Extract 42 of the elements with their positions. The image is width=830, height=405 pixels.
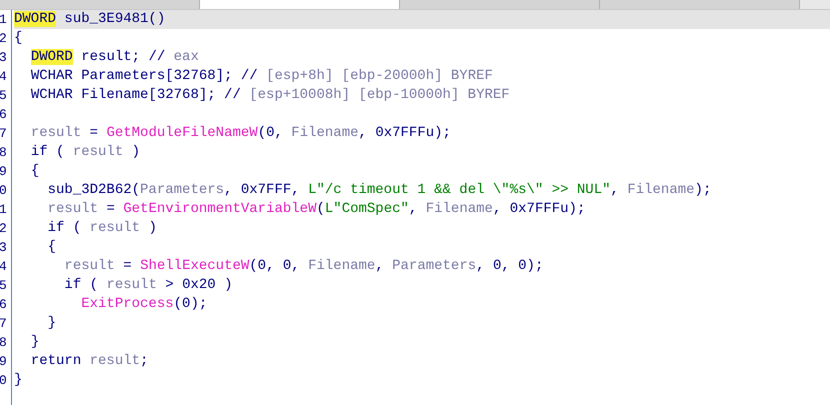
- code-line: }: [30, 333, 40, 352]
- code-line: {: [14, 29, 24, 48]
- code-line: ExitProcess(0);: [80, 295, 208, 314]
- line-number: 6: [0, 106, 8, 124]
- line-number: 4: [0, 68, 8, 86]
- line-number: 9: [0, 163, 8, 181]
- code-line: if ( result > 0x20 ): [63, 276, 234, 295]
- line-number: 0: [0, 182, 8, 200]
- code-line: WCHAR Filename[32768]; // [esp+10008h] [ebp-10000h] BYREF: [30, 86, 511, 105]
- line-number: 9: [0, 353, 8, 371]
- code-line: WCHAR Parameters[32768]; // [esp+8h] [ebp-20000h] BYREF: [30, 67, 494, 86]
- code-line: return result;: [30, 352, 150, 371]
- line-number: 3: [0, 49, 8, 67]
- editor-tab[interactable]: [0, 0, 200, 9]
- line-number: 3: [0, 239, 8, 257]
- code-line: {: [46, 238, 58, 257]
- code-line: }: [46, 314, 58, 333]
- line-number: 0: [0, 372, 8, 390]
- line-number: 5: [0, 87, 8, 105]
- code-line: if ( result ): [46, 219, 158, 238]
- editor-tab[interactable]: [200, 0, 400, 9]
- code-line: result = GetModuleFileNameW(0, Filename, 0x7FFFu);: [30, 124, 452, 143]
- code-line: if ( result ): [30, 143, 142, 162]
- code-line: DWORD result; // eax: [30, 48, 200, 67]
- line-number: 8: [0, 144, 8, 162]
- line-number: 1: [0, 201, 8, 219]
- line-number: 2: [0, 30, 8, 48]
- editor-tab[interactable]: [400, 0, 600, 9]
- line-number: 2: [0, 220, 8, 238]
- code-line: {: [30, 162, 40, 181]
- line-number: 7: [0, 315, 8, 333]
- code-line: sub_3D2B62(Parameters, 0x7FFF, L"/c timeout 1 && del \"%s\" >> NUL", Filename);: [46, 181, 712, 200]
- code-line: }: [14, 371, 24, 390]
- code-line: result = ShellExecuteW(0, 0, Filename, Parameters, 0, 0);: [63, 257, 544, 276]
- line-number: 8: [0, 334, 8, 352]
- line-number: 6: [0, 296, 8, 314]
- line-number: 4: [0, 258, 8, 276]
- line-number: 7: [0, 125, 8, 143]
- editor-tab[interactable]: [600, 0, 800, 9]
- line-number: 1: [0, 11, 8, 29]
- code-line: result = GetEnvironmentVariableW(L"ComSpec", Filename, 0x7FFFu);: [46, 200, 586, 219]
- line-number: 5: [0, 277, 8, 295]
